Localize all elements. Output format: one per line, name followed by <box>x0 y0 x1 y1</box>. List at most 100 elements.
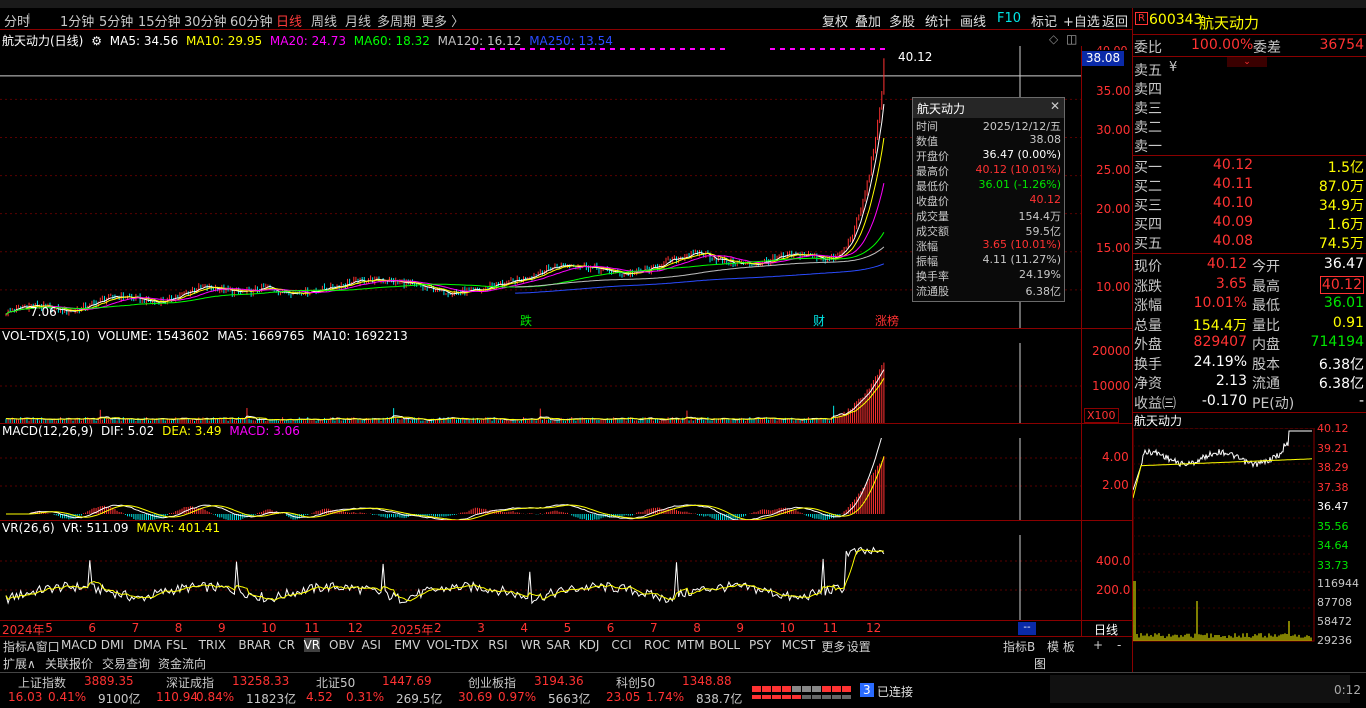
toolbar-button[interactable]: 多股 <box>889 11 915 30</box>
period-item[interactable]: 5分钟 <box>99 11 133 30</box>
sell-row[interactable]: 卖一 <box>1133 136 1366 155</box>
index-name[interactable]: 上证指数 <box>18 674 66 691</box>
event-marker[interactable]: 涨榜 <box>875 312 899 329</box>
period-item[interactable]: 周线 <box>311 11 337 30</box>
ma-line-60 <box>5 232 885 316</box>
period-item[interactable]: 15分钟 <box>138 11 181 30</box>
date-cursor-tag: -- <box>1018 622 1036 635</box>
buy-row[interactable]: 买一 40.12 1.5亿 <box>1133 157 1366 176</box>
period-item[interactable]: 月线 <box>345 11 371 30</box>
sub-tab[interactable]: 交易查询 <box>102 655 150 672</box>
toolbar-button[interactable]: 返回 <box>1102 11 1128 30</box>
volume-chart[interactable] <box>0 343 1081 423</box>
close-icon[interactable]: ✕ <box>1050 99 1060 113</box>
top-marker <box>710 48 715 50</box>
toolbar-button[interactable]: +自选 <box>1063 11 1100 30</box>
indicator-tab[interactable]: OBV <box>329 638 355 652</box>
expand-tab[interactable]: 扩展∧ <box>3 655 36 672</box>
indicator-tab[interactable]: ROC <box>644 638 670 652</box>
indicator-tab[interactable]: DMI <box>101 638 124 652</box>
intraday-mini-chart[interactable] <box>1133 428 1315 642</box>
mini-volume-label: 58472 <box>1317 615 1352 628</box>
sell-row[interactable]: 卖二 <box>1133 117 1366 136</box>
template-tab[interactable]: + <box>1093 638 1103 652</box>
top-marker <box>680 48 685 50</box>
buy-row[interactable]: 买五 40.08 74.5万 <box>1133 233 1366 252</box>
toolbar-button[interactable]: 画线 <box>960 11 986 30</box>
period-item[interactable]: 30分钟 <box>184 11 227 30</box>
toolbar-button[interactable]: F10 <box>997 11 1021 26</box>
period-item[interactable]: 60分钟 <box>230 11 273 30</box>
indicator-tab[interactable]: PSY <box>749 638 771 652</box>
index-pct: 1.74% <box>646 690 685 704</box>
vr-chart[interactable] <box>0 535 1081 620</box>
sell-row[interactable]: 卖四 <box>1133 79 1366 98</box>
top-marker <box>810 48 815 50</box>
month-label: 9 <box>736 621 745 635</box>
indicator-tab[interactable]: MCST <box>782 638 816 652</box>
sell-row[interactable]: 卖三 <box>1133 98 1366 117</box>
sub-tab[interactable]: 资金流向 <box>158 655 206 672</box>
panel-toggle-icon[interactable]: ◫ <box>1066 32 1077 46</box>
indicator-tab[interactable]: 指标A <box>3 638 35 655</box>
toolbar-button[interactable]: 标记 <box>1031 11 1057 30</box>
indicator-tab[interactable]: 设置 <box>847 638 871 655</box>
indicator-tab[interactable]: VOL-TDX <box>427 638 479 652</box>
period-item-more[interactable]: 更多 〉 <box>421 11 464 30</box>
index-name[interactable]: 创业板指 <box>468 674 516 691</box>
index-name[interactable]: 科创50 <box>616 674 655 691</box>
template-tab[interactable]: - <box>1117 638 1121 652</box>
indicator-tab[interactable]: VR <box>303 638 321 652</box>
indicator-tab[interactable]: CCI <box>611 638 631 652</box>
axis-label: 400.0 <box>1096 554 1131 568</box>
high-price-label: 40.12 <box>898 50 933 64</box>
market-breadth-bar <box>802 695 811 699</box>
macd-dea: DEA: 3.49 <box>162 424 222 438</box>
period-item-active[interactable]: 日线 <box>276 11 302 30</box>
indicator-tab[interactable]: 更多 <box>821 638 845 655</box>
template-tab[interactable]: 指标B <box>1003 638 1035 655</box>
diamond-icon[interactable]: ◇ <box>1049 32 1058 46</box>
event-marker[interactable]: 跌 <box>520 312 532 329</box>
indicator-tab[interactable]: MACD <box>61 638 97 652</box>
buy-row[interactable]: 买四 40.09 1.6万 <box>1133 214 1366 233</box>
period-item[interactable]: 多周期 <box>377 11 416 30</box>
period-toolbar: 分时 | 1分钟 5分钟 15分钟 30分钟 60分钟 日线 周线 月线 多周期… <box>0 8 1132 30</box>
market-breadth-bar <box>752 686 761 692</box>
index-name[interactable]: 深证成指 <box>166 674 214 691</box>
indicator-tab[interactable]: CR <box>278 638 295 652</box>
indicator-tab[interactable]: 窗口 <box>36 638 60 655</box>
indicator-tab[interactable]: EMV <box>394 638 420 652</box>
period-item[interactable]: 1分钟 <box>60 11 94 30</box>
indicator-tab[interactable]: ASI <box>362 638 381 652</box>
indicator-tab[interactable]: KDJ <box>579 638 600 652</box>
mini-price-label: 38.29 <box>1317 461 1349 474</box>
indicator-tab[interactable]: BRAR <box>238 638 271 652</box>
toolbar-button[interactable]: 复权 <box>822 11 848 30</box>
popup-value: 59.5亿 <box>1025 225 1062 238</box>
stat-row: 收益㈢ -0.170 PE(动) - <box>1133 393 1366 412</box>
indicator-tab[interactable]: MTM <box>677 638 705 652</box>
indicator-tab[interactable]: WR <box>521 638 541 652</box>
indicator-tab[interactable]: TRIX <box>199 638 226 652</box>
stat-label: 涨幅 <box>1134 298 1162 314</box>
index-value: 3194.36 <box>534 674 584 688</box>
event-marker[interactable]: 财 <box>813 312 825 329</box>
template-tab[interactable]: 模 板 <box>1047 638 1075 655</box>
popup-value: 2025/12/12/五 <box>982 120 1061 133</box>
macd-chart[interactable] <box>0 438 1081 520</box>
indicator-tab[interactable]: DMA <box>133 638 161 652</box>
indicator-tab[interactable]: BOLL <box>709 638 740 652</box>
indicator-tab[interactable]: RSI <box>488 638 508 652</box>
index-name[interactable]: 北证50 <box>316 674 355 691</box>
buy-row[interactable]: 买三 40.10 34.9万 <box>1133 195 1366 214</box>
toolbar-button[interactable]: 统计 <box>925 11 951 30</box>
sell-row[interactable]: 卖五 <box>1133 60 1366 79</box>
market-breadth-bar <box>812 686 821 692</box>
sub-tab[interactable]: 关联报价 <box>45 655 93 672</box>
indicator-tab[interactable]: FSL <box>166 638 187 652</box>
toolbar-button[interactable]: 叠加 <box>855 11 881 30</box>
indicator-tab[interactable]: SAR <box>546 638 570 652</box>
top-marker <box>580 48 585 50</box>
buy-row[interactable]: 买二 40.11 87.0万 <box>1133 176 1366 195</box>
